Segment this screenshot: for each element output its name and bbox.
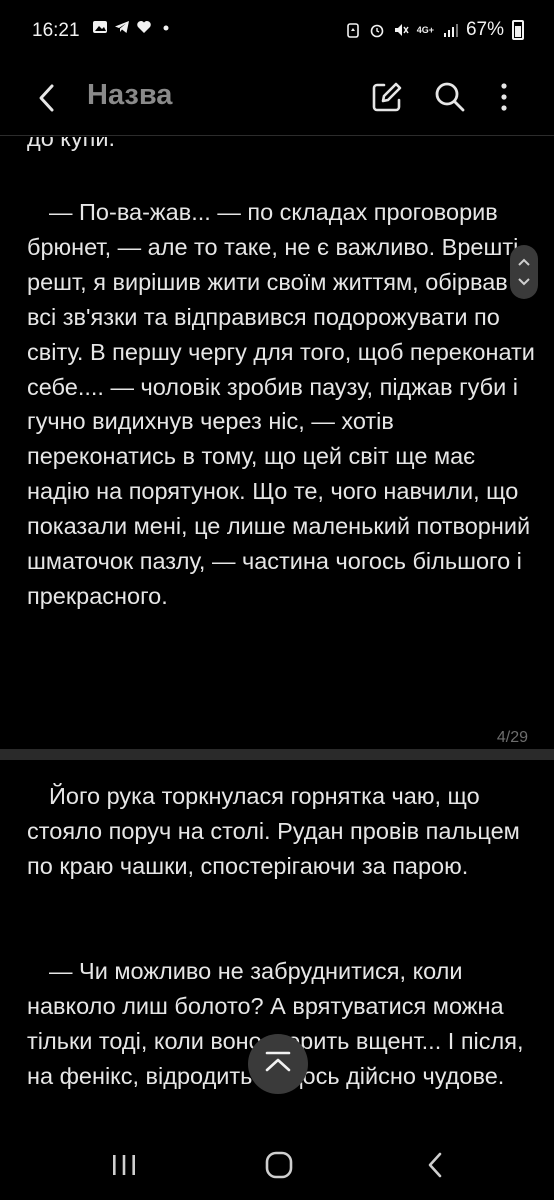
telegram-icon [114, 19, 130, 35]
system-icons: 4G+ 67% [345, 19, 524, 41]
note-content[interactable]: до купи. — По-ва-жав... — по складах про… [0, 137, 554, 1137]
network-type: 4G+ [416, 24, 434, 35]
paragraph-1: — По-ва-жав... — по складах проговорив б… [27, 199, 535, 609]
status-bar: 16:21 4G+ 67% [0, 0, 554, 62]
more-options-button[interactable] [492, 80, 516, 114]
search-icon [435, 82, 465, 112]
alarm-icon [369, 22, 385, 38]
more-vertical-icon [501, 83, 507, 111]
dot-icon [158, 19, 174, 35]
edit-icon [372, 82, 402, 112]
notification-icons [92, 19, 174, 35]
status-time: 16:21 [32, 20, 80, 41]
scroll-to-top-button[interactable] [248, 1034, 308, 1094]
scroll-arrows-icon [518, 258, 530, 286]
scrollbar-handle[interactable] [510, 245, 538, 299]
recents-button[interactable] [108, 1150, 140, 1180]
signal-icon [442, 22, 458, 38]
home-icon [265, 1151, 293, 1179]
system-navigation-bar [0, 1130, 554, 1200]
scroll-to-top-icon [265, 1051, 291, 1072]
battery-saver-icon [345, 22, 361, 38]
page-divider [0, 749, 554, 760]
app-header: Назва [0, 62, 554, 136]
mute-icon [393, 22, 409, 38]
chevron-left-icon [39, 84, 54, 112]
edit-button[interactable] [370, 80, 404, 114]
heart-icon [136, 19, 152, 35]
back-button[interactable] [30, 80, 66, 116]
battery-percent: 67% [465, 19, 504, 40]
back-icon [428, 1152, 442, 1178]
note-title[interactable]: Назва [87, 79, 172, 112]
paragraph-2: Його рука торкнулася горнятка чаю, що ст… [27, 783, 520, 879]
search-button[interactable] [433, 80, 467, 114]
battery-icon [512, 20, 524, 40]
recents-icon [113, 1155, 135, 1175]
text-fragment: до купи. [27, 137, 115, 151]
page-number: 4/29 [496, 729, 528, 746]
image-icon [92, 19, 108, 35]
home-button[interactable] [262, 1150, 296, 1180]
nav-back-button[interactable] [420, 1150, 452, 1180]
